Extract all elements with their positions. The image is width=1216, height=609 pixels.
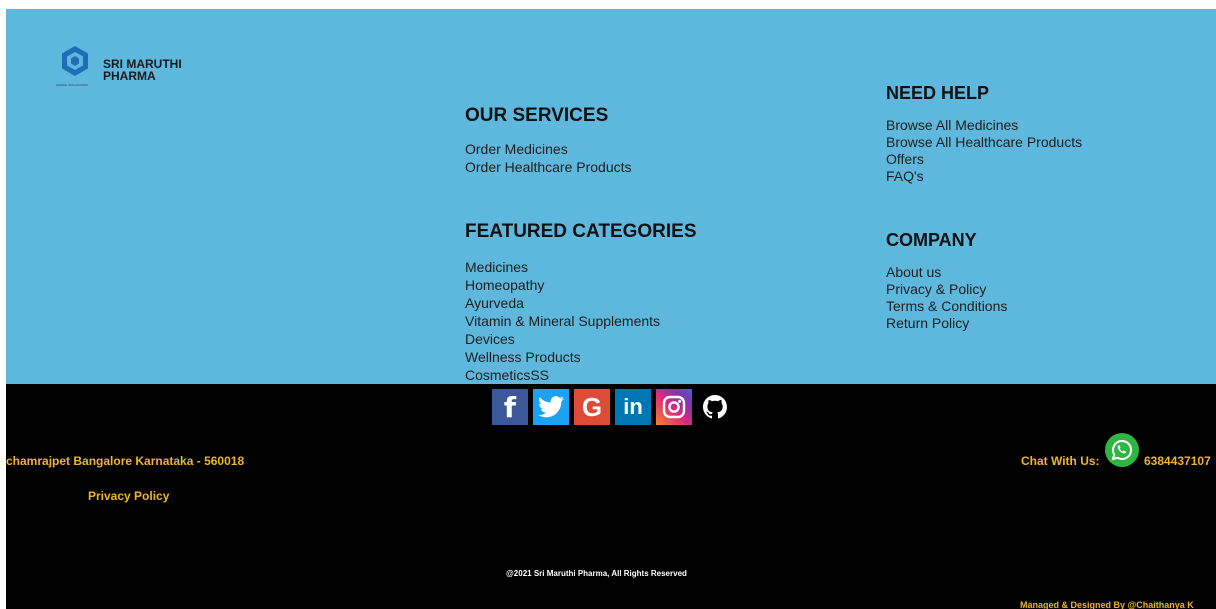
company-list: About us Privacy & Policy Terms & Condit… <box>886 264 1007 332</box>
category-link[interactable]: Vitamin & Mineral Supplements <box>465 312 660 330</box>
services-list: Order Medicines Order Healthcare Product… <box>465 140 632 176</box>
brand-name: SRI MARUTHI PHARMA <box>103 57 182 83</box>
help-list: Browse All Medicines Browse All Healthca… <box>886 117 1082 185</box>
category-link[interactable]: CosmeticsSS <box>465 366 660 384</box>
company-link[interactable]: Privacy & Policy <box>886 281 1007 298</box>
github-icon[interactable] <box>697 389 733 425</box>
linkedin-icon[interactable]: in <box>615 389 651 425</box>
help-link[interactable]: Browse All Healthcare Products <box>886 134 1082 151</box>
chat-with-us-label: Chat With Us: <box>1021 454 1100 468</box>
company-link[interactable]: About us <box>886 264 1007 281</box>
category-link[interactable]: Wellness Products <box>465 348 660 366</box>
featured-categories-heading: FEATURED CATEGORIES <box>465 221 697 242</box>
company-link[interactable]: Terms & Conditions <box>886 298 1007 315</box>
google-icon[interactable]: G <box>574 389 610 425</box>
help-link[interactable]: Browse All Medicines <box>886 117 1082 134</box>
logo-mark-icon <box>62 46 88 76</box>
instagram-icon[interactable] <box>656 389 692 425</box>
services-heading: OUR SERVICES <box>465 105 609 126</box>
company-link[interactable]: Return Policy <box>886 315 1007 332</box>
social-links: f G in <box>492 389 738 425</box>
facebook-icon[interactable]: f <box>492 389 528 425</box>
site-footer: SHRIEE ORGANISERS SRI MARUTHI PHARMA OUR… <box>6 9 1216 609</box>
privacy-policy-link[interactable]: Privacy Policy <box>88 489 169 503</box>
designer-credit: Managed & Designed By @Chaithanya K <box>1020 600 1194 609</box>
category-link[interactable]: Medicines <box>465 258 660 276</box>
copyright-text: @2021 Sri Maruthi Pharma, All Rights Res… <box>506 569 687 578</box>
store-address: chamrajpet Bangalore Karnataka - 560018 <box>6 454 245 468</box>
whatsapp-phone-number[interactable]: 6384437107 <box>1144 454 1211 468</box>
categories-list: Medicines Homeopathy Ayurveda Vitamin & … <box>465 258 660 384</box>
help-link[interactable]: FAQ's <box>886 168 1082 185</box>
footer-bottom-bar: f G in chamrajpet Bangalore Karnataka - … <box>6 384 1216 609</box>
whatsapp-icon[interactable] <box>1105 433 1139 467</box>
category-link[interactable]: Homeopathy <box>465 276 660 294</box>
category-link[interactable]: Ayurveda <box>465 294 660 312</box>
services-link[interactable]: Order Medicines <box>465 140 632 158</box>
need-help-heading: NEED HELP <box>886 83 990 103</box>
brand-tagline: SHRIEE ORGANISERS <box>56 83 89 87</box>
twitter-icon[interactable] <box>533 389 569 425</box>
footer-links-section: SHRIEE ORGANISERS SRI MARUTHI PHARMA OUR… <box>6 9 1216 384</box>
category-link[interactable]: Devices <box>465 330 660 348</box>
company-heading: COMPANY <box>886 230 977 250</box>
help-link[interactable]: Offers <box>886 151 1082 168</box>
services-link[interactable]: Order Healthcare Products <box>465 158 632 176</box>
